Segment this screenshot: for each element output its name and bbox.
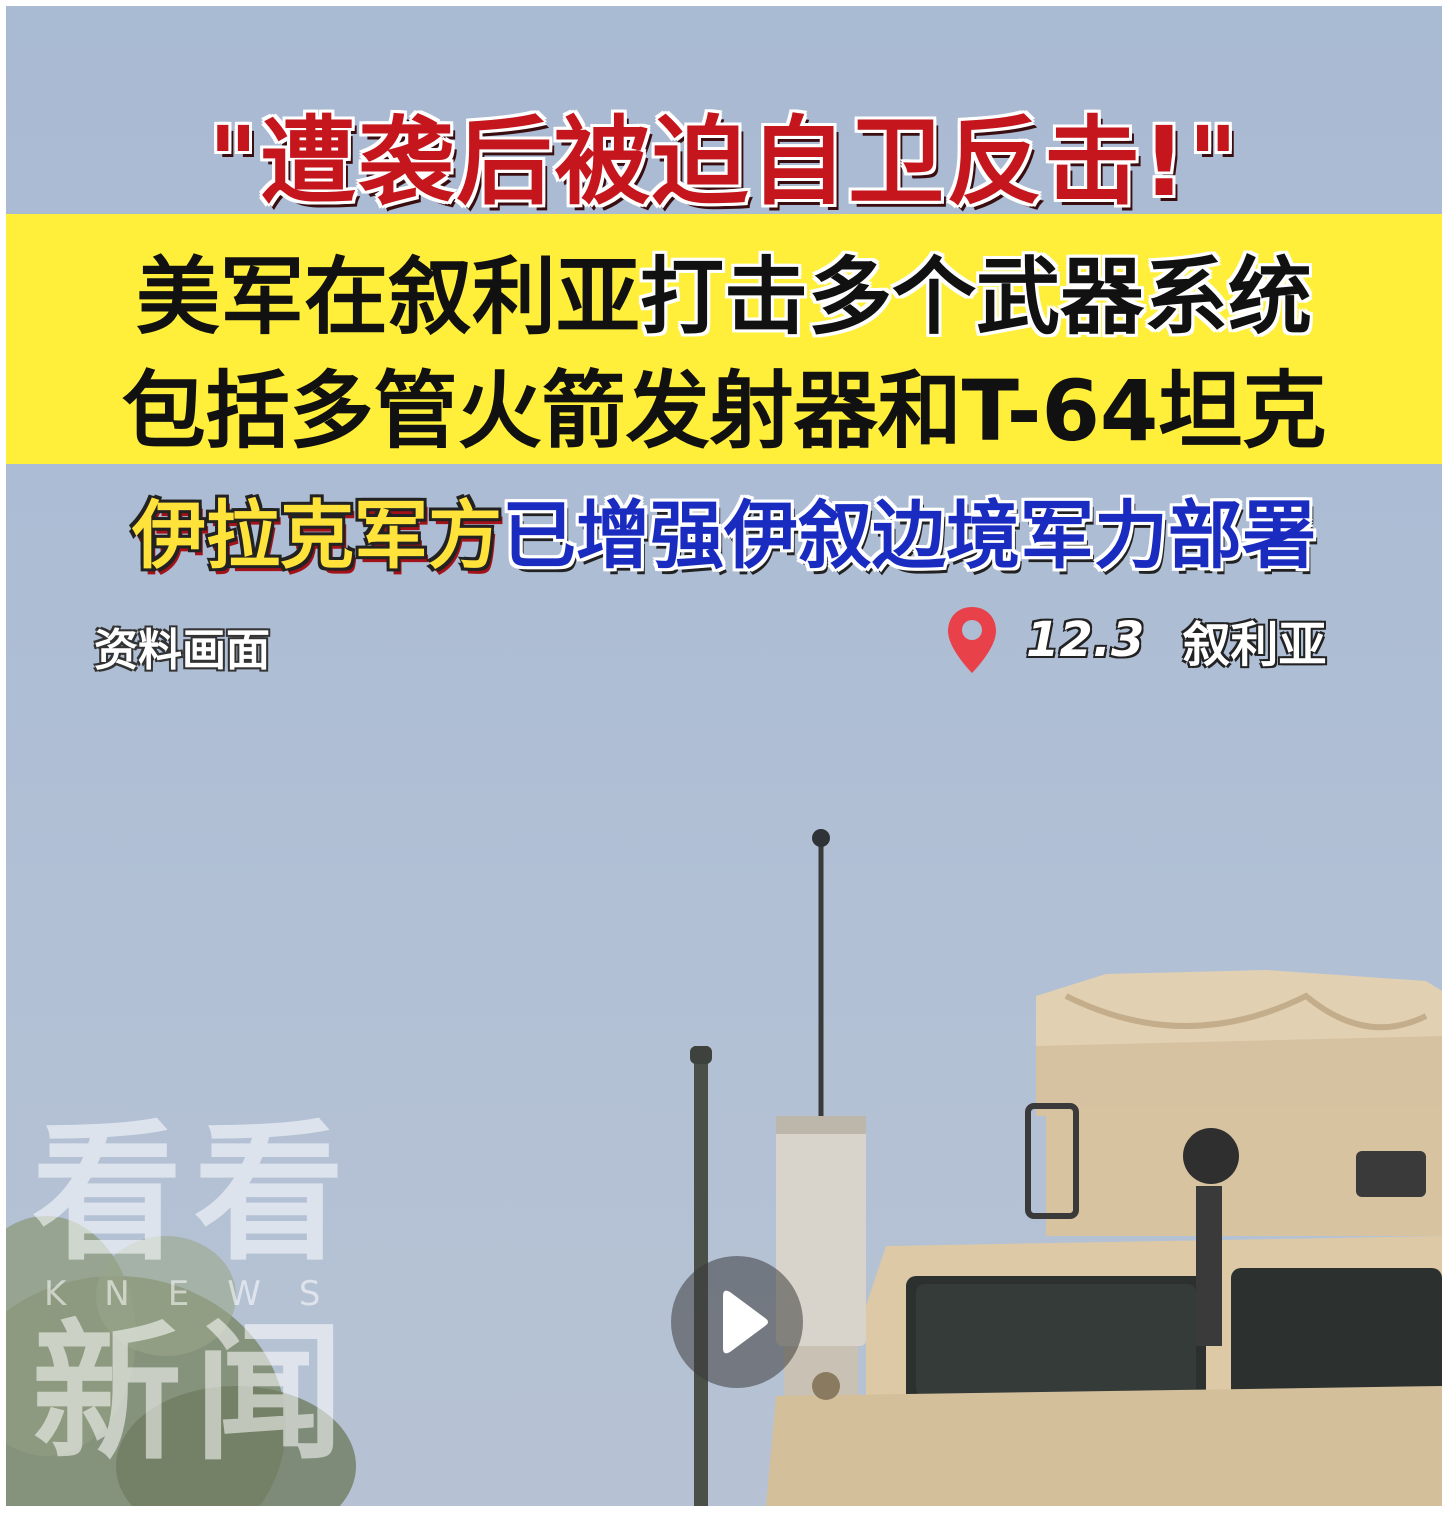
play-button[interactable] <box>671 1256 803 1388</box>
title-line-1: 美军在叙利亚打击多个武器系统 <box>6 230 1442 351</box>
location-tag: 12.3 叙利亚 <box>946 604 1326 676</box>
watermark-line-1: 看看 <box>32 1107 357 1281</box>
vehicle <box>766 970 1442 1506</box>
title-line-1-part-2: 打击多个武器系统 <box>640 248 1313 346</box>
subheadline: 伊拉克军方已增强伊叙边境军力部署 <box>6 476 1442 583</box>
watermark-line-3: 新闻 <box>32 1307 357 1481</box>
knews-watermark: 看看 KNEWS 新闻 <box>32 1114 372 1474</box>
play-icon <box>723 1290 768 1354</box>
title-line-1-part-1: 美军在叙利亚 <box>135 248 640 346</box>
location-date: 12.3 <box>1026 612 1145 668</box>
antenna <box>812 829 830 1121</box>
headline: "遭袭后被迫自卫反击!" <box>208 106 1240 218</box>
location-place: 叙利亚 <box>1182 617 1327 673</box>
subheadline-part-2: 已增强伊叙边境军力部署 <box>502 493 1316 579</box>
subheadline-part-1: 伊拉克军方 <box>132 493 502 579</box>
title-line-2: 包括多管火箭发射器和T-64坦克 <box>121 362 1327 460</box>
location-pin-icon <box>948 607 996 673</box>
video-frame[interactable]: "遭袭后被迫自卫反击!" 美军在叙利亚打击多个武器系统 包括多管火箭发射器和T-… <box>6 6 1442 1506</box>
title-band: 美军在叙利亚打击多个武器系统 包括多管火箭发射器和T-64坦克 <box>6 214 1442 464</box>
archive-footage-label: 资料画面 <box>94 625 270 676</box>
